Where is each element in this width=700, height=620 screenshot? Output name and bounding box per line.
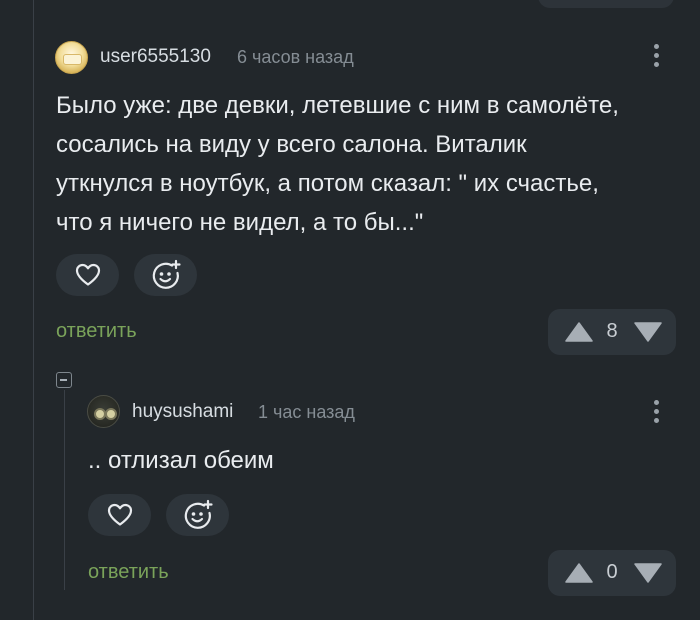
vote-box: 8 (548, 309, 676, 355)
comment-text-line: .. отлизал обеим (88, 447, 274, 474)
comment-author[interactable]: huysushami (132, 401, 233, 423)
like-button[interactable] (56, 254, 119, 296)
vote-box: 0 (548, 550, 676, 596)
rating-count: 0 (606, 561, 618, 583)
rating-count: 8 (606, 320, 618, 342)
comment-text-line: Было уже: две девки, летевшие с ним в са… (56, 92, 619, 119)
reply-link[interactable]: ответить (88, 561, 169, 584)
thread-line (33, 0, 34, 620)
avatar[interactable] (55, 41, 88, 74)
arrow-up-icon[interactable] (565, 322, 593, 342)
comment-text-line: уткнулся в ноутбук, а потом сказал: " их… (56, 170, 599, 197)
comment-author[interactable]: user6555130 (100, 46, 211, 68)
avatar[interactable] (87, 395, 120, 428)
comment-time: 6 часов назад (237, 47, 354, 67)
reply-link[interactable]: ответить (56, 320, 137, 343)
comment-time: 1 час назад (258, 402, 355, 422)
more-vertical-icon[interactable] (654, 44, 660, 71)
comment-text-line: что я ничего не видел, а то бы..." (56, 209, 424, 236)
arrow-down-icon[interactable] (634, 563, 662, 583)
heart-icon (107, 503, 132, 526)
heart-icon (75, 263, 100, 286)
add-reaction-button[interactable] (166, 494, 229, 536)
comment-text-line: сосались на виду у всего салона. Виталик (56, 131, 527, 158)
emoji-add-icon (184, 499, 213, 529)
collapse-thread-button[interactable] (56, 372, 72, 388)
emoji-add-icon (152, 259, 181, 289)
previous-comment-vote-box (538, 0, 674, 8)
like-button[interactable] (88, 494, 151, 536)
arrow-down-icon[interactable] (634, 322, 662, 342)
add-reaction-button[interactable] (134, 254, 197, 296)
arrow-up-icon[interactable] (565, 563, 593, 583)
comments-page: user6555130 6 часов назад Было уже: две … (0, 0, 700, 620)
more-vertical-icon[interactable] (654, 400, 660, 427)
reply-branch-line (64, 390, 65, 590)
